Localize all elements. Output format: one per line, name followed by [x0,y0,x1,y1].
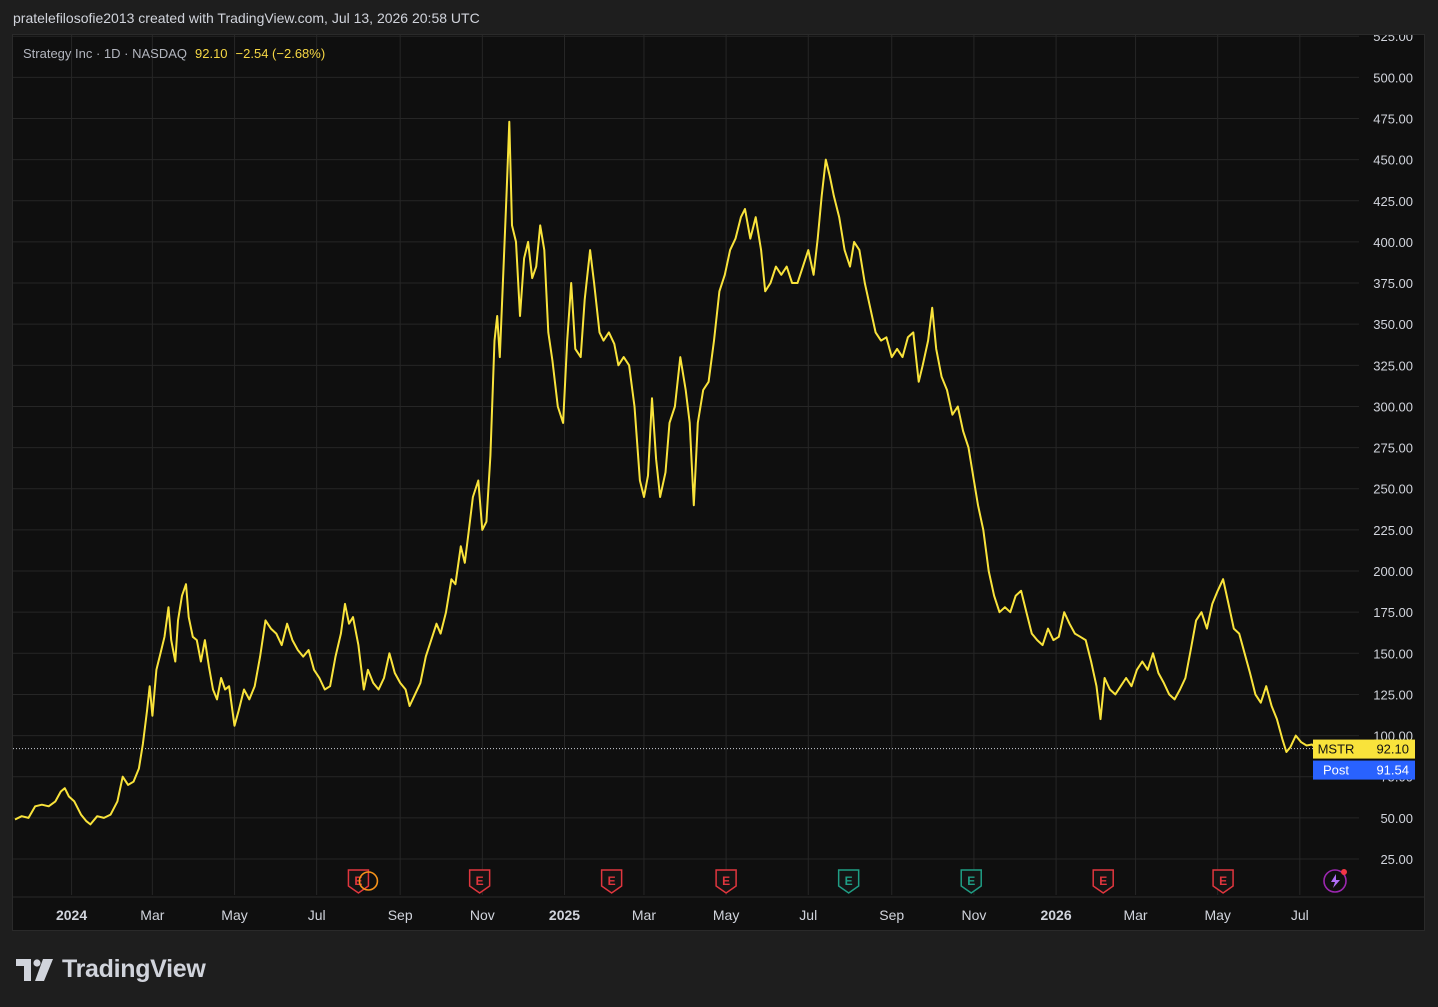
last-price-badge-value: 92.10 [1376,742,1409,757]
y-tick-label: 400.00 [1373,235,1413,250]
chart-panel[interactable]: 25.0050.0075.00100.00125.00150.00175.002… [12,34,1425,931]
earnings-marker-icon[interactable]: E [1212,869,1234,894]
y-tick-label: 350.00 [1373,317,1413,332]
x-tick-label: 2026 [1040,907,1071,923]
legend-last-price: 92.10 [195,46,228,61]
last-price-badge-tag: MSTR [1318,742,1355,757]
x-tick-label: Jul [308,907,326,923]
x-tick-label: Nov [470,907,495,923]
post-price-badge-value: 91.54 [1376,763,1409,778]
earnings-marker-letter: E [1099,874,1107,888]
x-tick-label: May [221,907,247,923]
y-tick-label: 50.00 [1380,811,1413,826]
earnings-marker-letter: E [1219,874,1227,888]
y-tick-label: 125.00 [1373,687,1413,702]
price-series-line [14,120,1317,826]
x-tick-label: Sep [388,907,413,923]
y-tick-label: 325.00 [1373,358,1413,373]
y-tick-label: 500.00 [1373,70,1413,85]
earnings-marker-letter: E [476,874,484,888]
earnings-marker-icon[interactable]: E [1092,869,1114,894]
y-tick-label: 450.00 [1373,153,1413,168]
earnings-marker-icon[interactable]: E [468,869,491,894]
x-tick-label: Nov [961,907,986,923]
y-tick-label: 525.00 [1373,35,1413,44]
x-tick-label: Mar [1123,907,1147,923]
x-tick-label: 2024 [56,907,87,923]
earnings-marker-icon[interactable]: E [715,869,737,894]
earnings-marker-icon[interactable]: E [837,869,860,894]
x-tick-label: Jul [1291,907,1309,923]
y-tick-label: 300.00 [1373,399,1413,414]
y-tick-label: 200.00 [1373,564,1413,579]
y-tick-label: 150.00 [1373,646,1413,661]
y-tick-label: 475.00 [1373,111,1413,126]
earnings-marker-icon[interactable]: E [960,869,982,894]
y-tick-label: 250.00 [1373,482,1413,497]
upcoming-event-icon[interactable] [1323,869,1347,893]
upcoming-event-bolt [1331,874,1340,888]
y-tick-label: 375.00 [1373,276,1413,291]
tradingview-wordmark: TradingView [62,955,206,983]
tradingview-logo-icon [16,958,53,981]
symbol-legend: Strategy Inc · 1D · NASDAQ 92.10 −2.54 (… [23,46,325,61]
y-tick-label: 175.00 [1373,605,1413,620]
x-tick-label: Sep [879,907,904,923]
x-tick-label: May [713,907,739,923]
x-tick-label: Jul [799,907,817,923]
legend-symbol: Strategy Inc · 1D · NASDAQ [23,46,187,61]
y-tick-label: 25.00 [1380,852,1413,867]
earnings-marker-icon[interactable]: E [600,869,623,894]
y-tick-label: 225.00 [1373,523,1413,538]
post-price-badge-tag: Post [1323,763,1349,778]
chart-caption: pratelefilosofie2013 created with Tradin… [13,10,480,26]
earnings-marker-letter: E [608,874,616,888]
earnings-marker-letter: E [967,874,975,888]
earnings-marker-letter: E [722,874,730,888]
x-tick-label: 2025 [549,907,580,923]
y-tick-label: 425.00 [1373,194,1413,209]
price-chart[interactable]: 25.0050.0075.00100.00125.00150.00175.002… [13,35,1425,931]
x-tick-label: May [1204,907,1230,923]
upcoming-event-dot [1341,869,1347,875]
y-tick-label: 275.00 [1373,441,1413,456]
earnings-marker-letter: E [845,874,853,888]
x-tick-label: Mar [140,907,164,923]
tradingview-logo[interactable]: TradingView [16,955,206,984]
x-tick-label: Mar [632,907,656,923]
legend-change: −2.54 (−2.68%) [235,46,326,61]
